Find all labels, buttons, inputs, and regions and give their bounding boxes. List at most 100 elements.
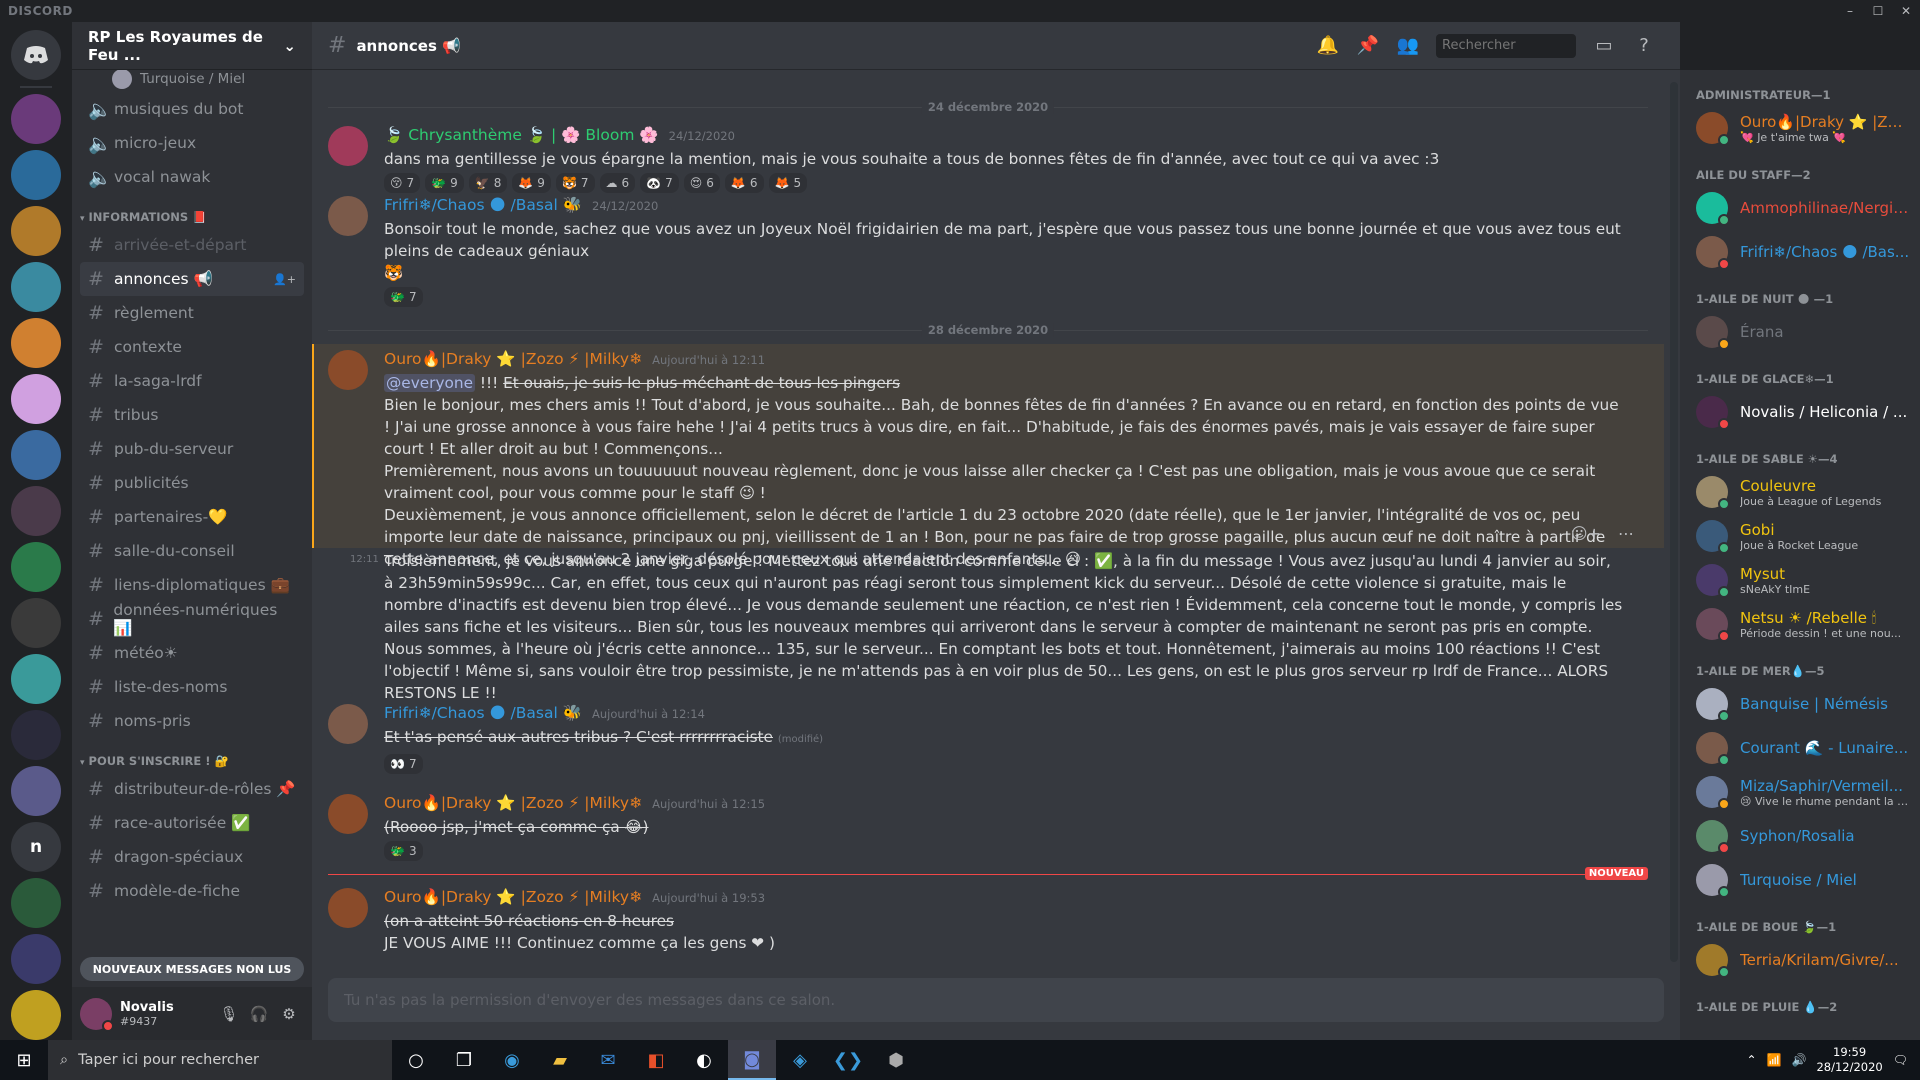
discord-taskbar-icon[interactable]: ◙ — [728, 1040, 776, 1080]
message-author[interactable]: Frifri❄/Chaos 🌑 /Basal 🐝 — [384, 704, 582, 722]
server-icon[interactable] — [11, 486, 61, 536]
reaction[interactable]: 🐲 9 — [425, 173, 464, 193]
member-item[interactable]: Novalis / Heliconia / ... — [1688, 390, 1912, 434]
text-channel[interactable]: # météo☀ — [80, 636, 304, 670]
add-member-icon[interactable]: 👤+ — [273, 273, 296, 286]
reaction[interactable]: 🦅 8 — [468, 173, 508, 193]
voice-channel[interactable]: 🔈 musiques du bot — [80, 92, 304, 126]
text-channel[interactable]: # liens-diplomatiques 💼 — [80, 568, 304, 602]
reaction[interactable]: 🦊 9 — [512, 173, 551, 193]
message-author[interactable]: Frifri❄/Chaos 🌑 /Basal 🐝 — [384, 196, 582, 214]
text-channel[interactable]: # pub-du-serveur — [80, 432, 304, 466]
member-item[interactable]: Gobi Joue à Rocket League — [1688, 514, 1912, 558]
text-channel[interactable]: # distributeur-de-rôles 📌 — [80, 772, 304, 806]
server-icon[interactable] — [11, 374, 61, 424]
member-item[interactable]: Miza/Saphir/Vermeil... 😢 Vive le rhume pe… — [1688, 770, 1912, 814]
everyone-mention[interactable]: @everyone — [384, 374, 475, 392]
add-reaction-icon[interactable]: ☺+ — [1571, 524, 1601, 543]
member-item[interactable]: Syphon/Rosalia — [1688, 814, 1912, 858]
reaction[interactable]: 🐼 7 — [640, 173, 679, 193]
avatar[interactable] — [328, 350, 368, 390]
reaction[interactable]: ☁ 6 — [599, 173, 636, 193]
members-icon[interactable]: 👥 — [1388, 35, 1428, 56]
home-button[interactable] — [11, 30, 61, 80]
cortana-icon[interactable]: ○ — [392, 1040, 440, 1080]
text-channel[interactable]: # la-saga-lrdf — [80, 364, 304, 398]
server-icon[interactable] — [11, 430, 61, 480]
edge-icon[interactable]: ◉ — [488, 1040, 536, 1080]
microphone-icon[interactable]: 🎙 — [214, 1005, 244, 1023]
member-item[interactable]: Ammophilinae/Nergig... — [1688, 186, 1912, 230]
mail-icon[interactable]: ✉ — [584, 1040, 632, 1080]
reaction[interactable]: 🐲 7 — [384, 287, 423, 307]
taskbar-search[interactable]: ⌕ Taper ici pour rechercher — [48, 1040, 392, 1080]
message-author[interactable]: Ouro🔥|Draky ⭐ |Zozo ⚡ |Milky❄ — [384, 888, 642, 906]
message-continuation[interactable]: 12:11 Troisièmement, je vous annonce une… — [312, 550, 1664, 704]
text-channel[interactable]: # partenaires-💛 — [80, 500, 304, 534]
minimize-icon[interactable]: – — [1836, 4, 1864, 18]
avatar[interactable] — [328, 794, 368, 834]
help-icon[interactable]: ? — [1624, 35, 1664, 56]
text-channel[interactable]: # modèle-de-fiche — [80, 874, 304, 908]
reaction[interactable]: 😚 7 — [384, 173, 421, 193]
message-author[interactable]: Ouro🔥|Draky ⭐ |Zozo ⚡ |Milky❄ — [384, 794, 642, 812]
member-item[interactable]: Ouro🔥|Draky ⭐ |Zoz... 💘 Je t'aime twa 💘 — [1688, 106, 1912, 150]
app-icon[interactable]: ◈ — [776, 1040, 824, 1080]
member-item[interactable]: Netsu ☀ /Rebelle 🕯 Période dessin ! et un… — [1688, 602, 1912, 646]
reaction[interactable]: 🦊 6 — [724, 173, 764, 193]
bell-icon[interactable]: 🔔 — [1308, 35, 1348, 56]
text-channel[interactable]: # dragon-spéciaux — [80, 840, 304, 874]
text-channel[interactable]: # règlement — [80, 296, 304, 330]
volume-icon[interactable]: 🔊 — [1792, 1053, 1807, 1067]
server-icon[interactable] — [11, 94, 61, 144]
message-author[interactable]: Ouro🔥|Draky ⭐ |Zozo ⚡ |Milky❄ — [384, 350, 642, 368]
reaction[interactable]: 🦊 5 — [768, 173, 808, 193]
message[interactable]: Ouro🔥|Draky ⭐ |Zozo ⚡ |Milky❄ Aujourd'hu… — [312, 888, 1664, 954]
headphones-icon[interactable]: 🎧 — [244, 1005, 274, 1023]
message[interactable]: Frifri❄/Chaos 🌑 /Basal 🐝 24/12/2020 Bons… — [312, 196, 1664, 307]
category-signup[interactable]: ▾ POUR S'INSCRIRE ! 🔐 — [72, 746, 312, 772]
member-item[interactable]: Couleuvre Joue à League of Legends — [1688, 470, 1912, 514]
reaction[interactable]: 🐯 7 — [555, 173, 595, 193]
message[interactable]: Ouro🔥|Draky ⭐ |Zozo ⚡ |Milky❄ Aujourd'hu… — [312, 794, 1664, 861]
server-icon[interactable] — [11, 710, 61, 760]
server-icon[interactable] — [11, 598, 61, 648]
server-icon[interactable] — [11, 654, 61, 704]
member-item[interactable]: Turquoise / Miel — [1688, 858, 1912, 902]
server-icon[interactable] — [11, 318, 61, 368]
app-icon[interactable]: ◐ — [680, 1040, 728, 1080]
text-channel[interactable]: # tribus — [80, 398, 304, 432]
new-unread-messages-button[interactable]: NOUVEAUX MESSAGES NON LUS — [80, 957, 304, 981]
member-item[interactable]: Mysut sNeAkY tImE — [1688, 558, 1912, 602]
category-informations[interactable]: ▾ INFORMATIONS 📕 — [72, 202, 312, 228]
text-channel[interactable]: # arrivée-et-départ — [80, 228, 304, 262]
message[interactable]: Ouro🔥|Draky ⭐ |Zozo ⚡ |Milky❄ Aujourd'hu… — [312, 350, 1664, 570]
avatar[interactable] — [328, 704, 368, 744]
avatar[interactable] — [328, 126, 368, 166]
windows-start-icon[interactable]: ⊞ — [0, 1050, 48, 1071]
gear-icon[interactable]: ⚙ — [274, 1005, 304, 1023]
text-channel[interactable]: # contexte — [80, 330, 304, 364]
server-icon[interactable]: n — [11, 822, 61, 872]
reaction[interactable]: 🐲 3 — [384, 841, 423, 861]
text-channel[interactable]: # liste-des-noms — [80, 670, 304, 704]
app-icon[interactable]: ⬢ — [872, 1040, 920, 1080]
text-channel[interactable]: # salle-du-conseil — [80, 534, 304, 568]
server-icon[interactable] — [11, 934, 61, 984]
file-explorer-icon[interactable]: ▰ — [536, 1040, 584, 1080]
guild-header[interactable]: RP Les Royaumes de Feu ... ⌄ — [72, 22, 312, 70]
message[interactable]: 🍃 Chrysanthème 🍃 | 🌸 Bloom 🌸 24/12/2020 … — [312, 126, 1664, 193]
text-channel[interactable]: # noms-pris — [80, 704, 304, 738]
text-channel[interactable]: # données-numériques 📊 — [80, 601, 304, 637]
message-author[interactable]: 🍃 Chrysanthème 🍃 | 🌸 Bloom 🌸 — [384, 126, 659, 144]
server-icon[interactable] — [11, 542, 61, 592]
member-item[interactable]: Courant 🌊 - Lunaire... — [1688, 726, 1912, 770]
notification-icon[interactable]: 🗨 — [1893, 1053, 1908, 1067]
server-icon[interactable] — [11, 206, 61, 256]
channel-voice-user[interactable]: Turquoise / Miel — [80, 70, 304, 92]
text-channel[interactable]: # publicités — [80, 466, 304, 500]
avatar[interactable] — [328, 888, 368, 928]
message[interactable]: Frifri❄/Chaos 🌑 /Basal 🐝 Aujourd'hui à 1… — [312, 704, 1664, 774]
vscode-icon[interactable]: ❮❯ — [824, 1040, 872, 1080]
avatar[interactable] — [328, 196, 368, 236]
